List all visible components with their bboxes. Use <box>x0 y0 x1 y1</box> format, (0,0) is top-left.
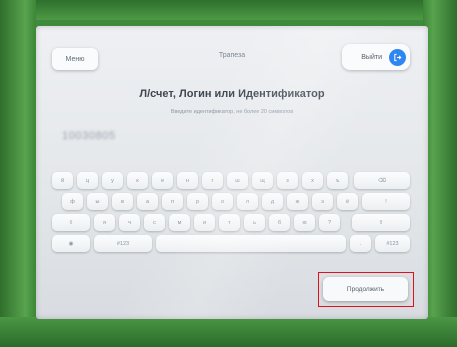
keyboard-key[interactable]: ю <box>294 214 315 231</box>
keyboard-key[interactable]: ж <box>287 193 308 210</box>
keyboard-key[interactable]: л <box>237 193 258 210</box>
keyboard-key[interactable]: ъ <box>327 172 348 189</box>
keyboard-key[interactable]: щ <box>252 172 273 189</box>
keyboard-key[interactable]: в <box>112 193 133 210</box>
backspace-icon[interactable]: ⌫ <box>354 172 410 189</box>
exit-button[interactable]: Выйти <box>342 44 410 70</box>
language-icon[interactable]: ◉ <box>52 235 90 252</box>
shift-icon[interactable]: ⇧ <box>352 214 410 231</box>
keyboard-key[interactable]: г <box>202 172 223 189</box>
keyboard-key[interactable]: ? <box>319 214 340 231</box>
keyboard-key[interactable]: ё <box>337 193 358 210</box>
shift-icon[interactable]: ⇧ <box>52 214 90 231</box>
keyboard-key[interactable]: е <box>152 172 173 189</box>
terminal-bezel-bottom <box>0 317 457 347</box>
continue-highlight-frame: Продолжить <box>318 272 414 307</box>
keyboard-key[interactable]: я <box>94 214 115 231</box>
keyboard-key[interactable]: ! <box>362 193 410 210</box>
numbers-key[interactable]: #123 <box>375 235 410 252</box>
terminal-bezel-top <box>0 0 457 20</box>
keyboard-key[interactable]: с <box>144 214 165 231</box>
terminal-bezel-left <box>0 0 36 347</box>
keyboard-key[interactable]: к <box>127 172 148 189</box>
keyboard-key[interactable]: о <box>212 193 233 210</box>
space-key[interactable] <box>156 235 346 252</box>
continue-button-label: Продолжить <box>346 285 385 293</box>
kiosk-screen: Меню Трапеза Выйти Л/счет, Логин или Иде… <box>36 26 428 319</box>
keyboard-key[interactable]: п <box>162 193 183 210</box>
keyboard-key[interactable]: р <box>187 193 208 210</box>
keyboard-key[interactable]: м <box>169 214 190 231</box>
keyboard-key[interactable]: й <box>52 172 73 189</box>
keyboard-key[interactable]: а <box>137 193 158 210</box>
input-hint: Введите идентификатор, не более 20 симво… <box>170 109 294 115</box>
keyboard-key[interactable]: у <box>102 172 123 189</box>
keyboard-key[interactable]: д <box>262 193 283 210</box>
keyboard-key[interactable]: х <box>302 172 323 189</box>
continue-button[interactable]: Продолжить <box>323 277 408 301</box>
numbers-key[interactable]: #123 <box>94 235 152 252</box>
onscreen-keyboard: й ц у к е н г ш щ з х ъ ⌫ ф ы в а п р о … <box>52 172 412 268</box>
exit-button-label: Выйти <box>361 53 382 61</box>
logout-icon <box>389 48 406 66</box>
terminal-bezel-right <box>423 0 457 347</box>
period-key[interactable]: . <box>350 235 371 252</box>
keyboard-key[interactable]: з <box>277 172 298 189</box>
keyboard-key[interactable]: н <box>177 172 198 189</box>
keyboard-key[interactable]: э <box>312 193 333 210</box>
keyboard-key[interactable]: и <box>194 214 215 231</box>
keyboard-key[interactable]: ф <box>62 193 83 210</box>
keyboard-key[interactable]: ч <box>119 214 140 231</box>
keyboard-key[interactable]: т <box>219 214 240 231</box>
identifier-input[interactable]: 10030805 <box>62 130 116 142</box>
keyboard-key[interactable]: ц <box>77 172 98 189</box>
keyboard-key[interactable]: ь <box>244 214 265 231</box>
keyboard-key[interactable]: ы <box>87 193 108 210</box>
page-title: Л/счет, Логин или Идентификатор <box>139 88 325 100</box>
keyboard-key[interactable]: ш <box>227 172 248 189</box>
keyboard-key[interactable]: б <box>269 214 290 231</box>
